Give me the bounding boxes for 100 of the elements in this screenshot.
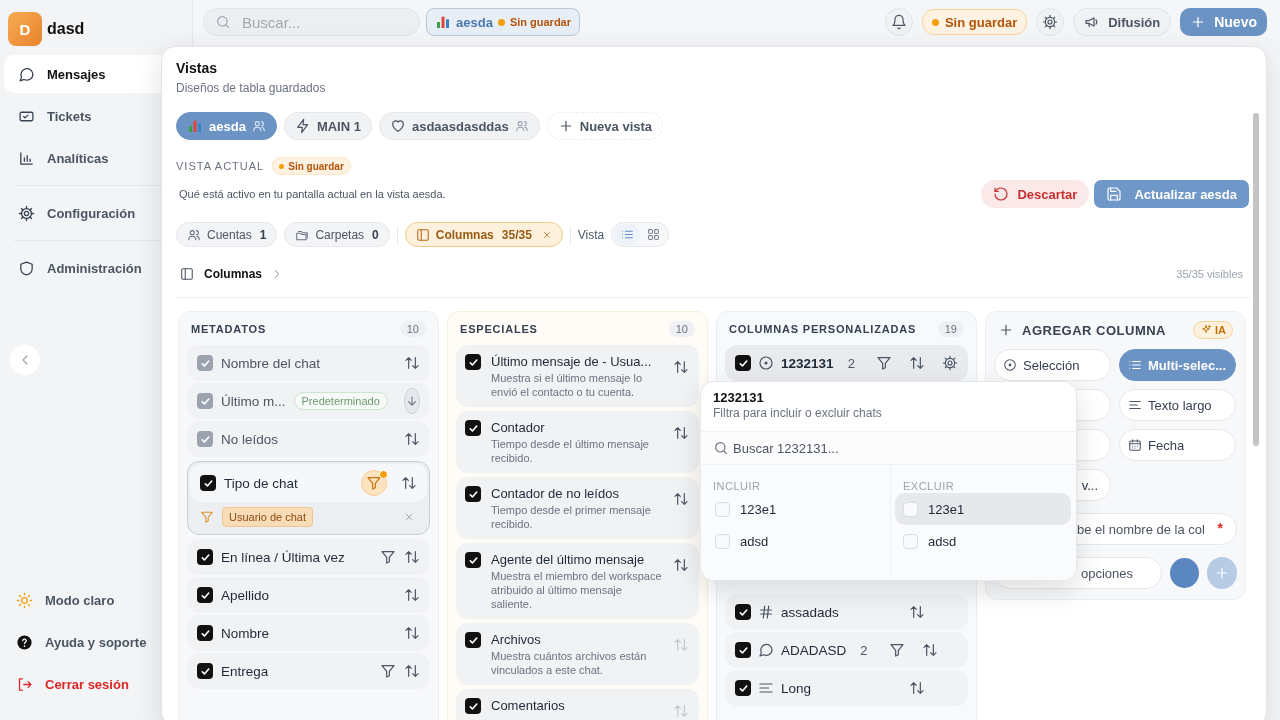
filter-button[interactable] <box>361 470 387 496</box>
column-item[interactable]: Agente del último mensaje Muestra el miembro del workspace atribuido al último mensaje saliente. <box>456 543 699 619</box>
checkbox[interactable] <box>197 663 213 679</box>
sort-icon[interactable] <box>404 431 420 447</box>
column-item[interactable]: En línea / Última vez <box>187 539 430 575</box>
discard-button[interactable]: Descartar <box>981 180 1090 208</box>
color-picker[interactable] <box>1170 558 1199 588</box>
view-chip[interactable]: aesda Sin guardar <box>426 8 580 36</box>
list-label: EXCLUIR <box>902 479 956 493</box>
column-item[interactable]: Nombre del chat <box>187 345 430 381</box>
checkbox[interactable] <box>735 604 751 620</box>
sort-icon[interactable] <box>909 355 925 371</box>
filter-chip[interactable]: Carpetas 0 <box>284 222 390 247</box>
checkbox[interactable] <box>903 501 918 517</box>
checkbox[interactable] <box>715 501 730 517</box>
view-tab[interactable]: asdaasdasddas <box>378 112 540 140</box>
checkbox[interactable] <box>715 533 730 549</box>
checkbox[interactable] <box>197 625 213 641</box>
view-tab[interactable]: MAIN 1 <box>283 112 372 140</box>
checkbox[interactable] <box>197 393 213 409</box>
column-item[interactable]: Contador Tiempo desde el último mensaje recibido. <box>456 411 699 473</box>
checkbox[interactable] <box>197 549 213 565</box>
column-label: No leídos <box>221 431 279 447</box>
option-search-field[interactable]: Buscar 1232131... <box>701 431 1076 465</box>
checkbox[interactable] <box>735 642 751 658</box>
column-type-option[interactable]: Fecha <box>1119 429 1236 461</box>
column-item[interactable]: Último mensaje de - Usua... Muestra si el último mensaje lo envió el contacto o tu cuenta. <box>456 345 699 407</box>
new-view-button[interactable]: Nueva vista <box>546 112 664 140</box>
checkbox[interactable] <box>903 533 918 549</box>
checkbox[interactable] <box>465 420 481 436</box>
search-field[interactable]: Buscar... <box>203 8 420 36</box>
calendar-icon <box>1128 438 1142 452</box>
shield-icon <box>18 259 35 277</box>
column-label: Entrega <box>221 663 269 679</box>
filter-icon[interactable] <box>380 663 396 679</box>
sort-icon[interactable] <box>909 604 925 620</box>
color-bars-icon <box>435 14 451 30</box>
column-item[interactable]: Nombre <box>187 615 430 651</box>
column-label: Comentarios <box>491 697 566 714</box>
column-item[interactable]: Archivos Muestra cuántos archivos están vinculados a este chat. <box>456 623 699 685</box>
checkbox[interactable] <box>197 431 213 447</box>
users-icon <box>187 227 201 242</box>
group-count: 10 <box>399 321 426 337</box>
checkbox[interactable] <box>200 475 216 491</box>
checkbox[interactable] <box>465 486 481 502</box>
panel-title: Vistas <box>176 59 218 77</box>
column-item[interactable]: Contador de no leídos Tiempo desde el primer mensaje recibido. <box>456 477 699 539</box>
sort-icon[interactable] <box>673 359 689 375</box>
sort-descending-button[interactable] <box>403 388 420 414</box>
checkbox[interactable] <box>465 632 481 648</box>
broadcast-button[interactable]: Difusión <box>1073 8 1172 36</box>
column-item[interactable]: 1232131 2 <box>725 345 968 381</box>
filter-option[interactable]: 123e1 <box>713 493 885 525</box>
column-item[interactable]: No leídos <box>187 421 430 457</box>
column-label: Apellido <box>221 587 270 603</box>
column-item[interactable]: Comentarios <box>456 689 699 720</box>
sort-icon[interactable] <box>404 549 420 565</box>
checkbox[interactable] <box>735 355 751 371</box>
sort-icon[interactable] <box>404 587 420 603</box>
checkbox[interactable] <box>465 698 481 714</box>
filter-option[interactable]: adsd <box>713 525 885 557</box>
sort-icon[interactable] <box>673 557 689 573</box>
nav-item[interactable]: Administración <box>4 249 192 287</box>
sort-icon[interactable] <box>404 663 420 679</box>
checkbox[interactable] <box>465 552 481 568</box>
column-item[interactable]: Long <box>725 670 968 706</box>
sort-icon[interactable] <box>921 642 938 658</box>
column-item[interactable]: assadads <box>725 594 968 630</box>
checkbox[interactable] <box>197 355 213 371</box>
settings-button[interactable] <box>1036 8 1065 36</box>
column-label: 1232131 <box>781 355 834 371</box>
option-count: 2 <box>860 642 868 658</box>
sort-icon[interactable] <box>909 680 925 696</box>
column-type-option[interactable]: Selección <box>994 349 1111 381</box>
sort-icon[interactable] <box>673 491 689 507</box>
sort-icon[interactable] <box>401 475 417 491</box>
column-label: Agente del último mensaje <box>491 551 646 568</box>
view-mode-label: Vista <box>577 227 605 242</box>
column-item[interactable]: ADADASD 2 <box>725 632 968 668</box>
checkbox[interactable] <box>197 587 213 603</box>
filter-chip[interactable]: Columnas 35/35 <box>404 222 563 247</box>
column-item[interactable]: Último m... Predeterminado <box>187 383 430 419</box>
filter-icon[interactable] <box>888 642 905 658</box>
notifications-button[interactable] <box>884 8 913 36</box>
column-item[interactable]: Apellido <box>187 577 430 613</box>
sort-icon[interactable] <box>673 425 689 441</box>
checkbox[interactable] <box>465 354 481 370</box>
column-item[interactable]: Tipo de chat <box>190 464 427 502</box>
filter-icon[interactable] <box>380 549 396 565</box>
breadcrumb-link[interactable]: Columnas <box>204 267 262 281</box>
filter-chip[interactable]: Cuentas 1 <box>176 222 278 247</box>
checkbox[interactable] <box>735 680 751 696</box>
sort-icon[interactable] <box>404 355 420 371</box>
filter-icon[interactable] <box>876 355 892 371</box>
column-item[interactable]: Entrega <box>187 653 430 689</box>
column-type-option[interactable]: Texto largo <box>1119 389 1236 421</box>
sort-icon[interactable] <box>404 625 420 641</box>
gear-icon[interactable] <box>942 355 958 371</box>
close-icon[interactable] <box>541 229 552 240</box>
filter-option[interactable]: 123e1 <box>895 493 1071 525</box>
